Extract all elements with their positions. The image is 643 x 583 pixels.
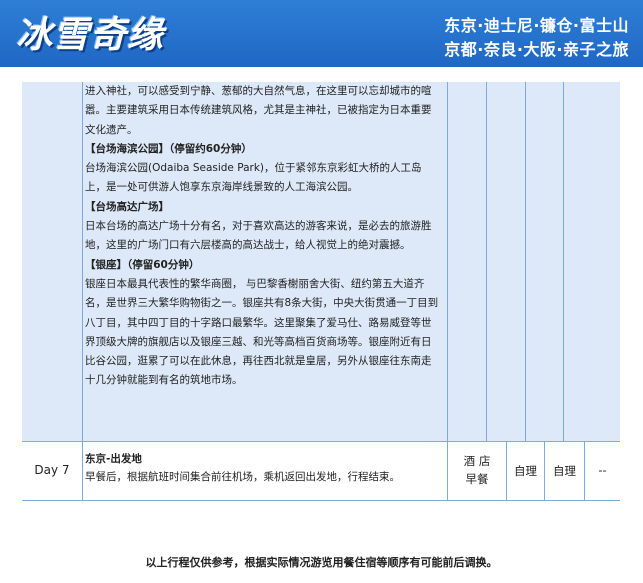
description-paragraph: 银座日本最具代表性的繁华商圈， 与巴黎香榭丽舍大街、纽约第五大道齐名，是世界三大… (85, 277, 439, 387)
day7-description-cell: 东京-出发地 早餐后，根据航班时间集合前往机场，乘机返回出发地，行程结束。 (85, 450, 441, 486)
itinerary-table: 进入神社，可以感受到宁静、葱郁的大自然气息，在这里可以忘却城市的喧嚣。主要建筑采… (22, 82, 620, 501)
description-paragraph: 台场海滨公园(Odaiba Seaside Park)，位于紧邻东京彩虹大桥的人… (85, 162, 422, 194)
day-label: Day 7 (34, 463, 70, 477)
itinerary-row-continued: 进入神社，可以感受到宁静、葱郁的大自然气息，在这里可以忘却城市的喧嚣。主要建筑采… (22, 82, 620, 442)
brand-logo: 冰雪奇缘 (16, 15, 165, 56)
description-cell: 进入神社，可以感受到宁静、葱郁的大自然气息，在这里可以忘却城市的喧嚣。主要建筑采… (85, 82, 441, 391)
column-divider (82, 82, 83, 441)
column-divider (486, 82, 487, 441)
route-line-1: 东京·迪士尼·镰仓·富士山 (444, 16, 629, 35)
column-divider (563, 82, 564, 441)
header-banner: 冰雪奇缘 东京·迪士尼·镰仓·富士山 京都·奈良·大阪·亲子之旅 (0, 0, 643, 67)
description-paragraph: 日本台场的高达广场十分有名，对于喜欢高达的游客来说，是必去的旅游胜地，这里的广场… (85, 220, 432, 252)
column-divider (525, 82, 526, 441)
day-description: 早餐后，根据航班时间集合前往机场，乘机返回出发地，行程结束。 (85, 471, 400, 483)
lunch-cell: 自理 (514, 464, 537, 478)
attraction-title: 【台场海滨公园】（停留约60分钟） (85, 142, 252, 155)
itinerary-footnote: 以上行程仅供参考，根据实际情况游览用餐住宿等顺序有可能前后调换。 (145, 556, 498, 569)
attraction-title: 【银座】（停留60分钟） (85, 258, 200, 271)
breakfast-line-1: 酒 店 (463, 454, 491, 468)
itinerary-row-day7: Day 7 东京-出发地 早餐后，根据航班时间集合前往机场，乘机返回出发地，行程… (22, 442, 620, 501)
attraction-title: 【台场高达广场】 (85, 200, 169, 213)
description-paragraph: 进入神社，可以感受到宁静、葱郁的大自然气息，在这里可以忘却城市的喧嚣。主要建筑采… (85, 85, 432, 136)
hotel-cell: -- (598, 463, 607, 477)
day-title: 东京-出发地 (85, 453, 142, 465)
route-line-2: 京都·奈良·大阪·亲子之旅 (444, 40, 629, 59)
column-divider (447, 82, 448, 441)
dinner-cell: 自理 (553, 464, 576, 478)
column-divider (82, 442, 83, 500)
breakfast-line-2: 早餐 (465, 472, 489, 486)
breakfast-cell: 酒 店 早餐 (448, 452, 506, 488)
